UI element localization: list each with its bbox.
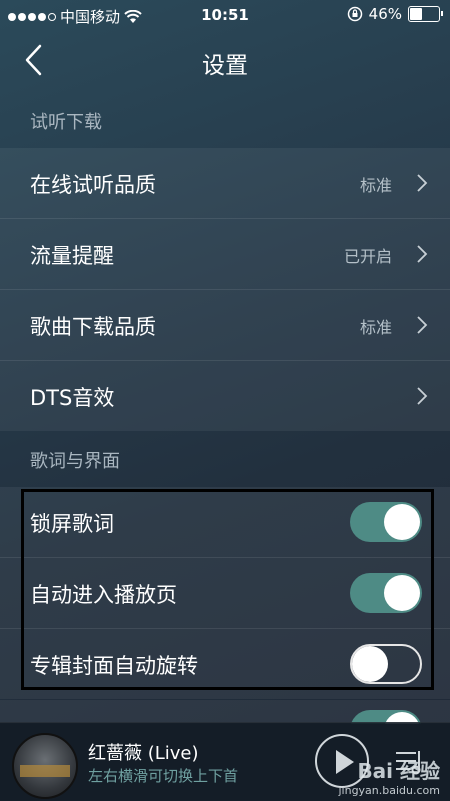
mini-player[interactable]: 红蔷薇 (Live) 左右横滑可切换上下首 Bai 经验 jingyan.bai…	[0, 722, 450, 801]
setting-label: 专辑封面自动旋转	[30, 654, 198, 678]
setting-row-online-quality[interactable]: 在线试听品质 标准	[0, 148, 450, 219]
cover-rotate-toggle[interactable]	[350, 644, 422, 684]
song-title: 红蔷薇 (Live)	[88, 743, 199, 764]
status-right: 46%	[347, 5, 443, 23]
setting-row-auto-player: 自动进入播放页	[0, 558, 450, 629]
watermark: Bai 经验 jingyan.baidu.com	[338, 755, 440, 797]
settings-group-listen-download: 在线试听品质 标准 流量提醒 已开启 歌曲下载品质 标准 DTS音效	[0, 148, 450, 431]
setting-label: DTS音效	[30, 386, 115, 410]
setting-label: 在线试听品质	[30, 173, 156, 197]
rotation-lock-icon	[347, 6, 362, 22]
setting-value: 标准	[359, 176, 392, 195]
page-title: 设置	[202, 53, 248, 79]
auto-player-toggle[interactable]	[350, 573, 422, 613]
section-header-lyrics-ui: 歌词与界面	[30, 451, 120, 472]
chevron-right-icon	[417, 387, 428, 405]
setting-row-dts-effect[interactable]: DTS音效	[0, 361, 450, 431]
setting-label: 歌曲下载品质	[30, 315, 156, 339]
chevron-right-icon	[417, 245, 428, 263]
setting-label: 流量提醒	[30, 244, 114, 268]
album-cover[interactable]	[12, 733, 78, 799]
chevron-right-icon	[417, 174, 428, 192]
setting-label: 自动进入播放页	[30, 583, 177, 607]
setting-row-data-reminder[interactable]: 流量提醒 已开启	[0, 219, 450, 290]
battery-percent: 46%	[368, 5, 402, 23]
nav-bar: 设置	[0, 30, 450, 90]
battery-icon	[408, 6, 443, 22]
setting-label: 锁屏歌词	[30, 512, 114, 536]
status-bar: 中国移动 10:51 46%	[0, 0, 450, 30]
setting-row-partial	[0, 700, 450, 724]
setting-value: 标准	[359, 318, 392, 337]
setting-row-download-quality[interactable]: 歌曲下载品质 标准	[0, 290, 450, 361]
setting-row-lockscreen-lyrics: 锁屏歌词	[0, 487, 450, 558]
lockscreen-lyrics-toggle[interactable]	[350, 502, 422, 542]
watermark-brand: Bai 经验	[357, 759, 440, 783]
chevron-right-icon	[417, 316, 428, 334]
watermark-url: jingyan.baidu.com	[338, 784, 440, 797]
swipe-hint: 左右横滑可切换上下首	[88, 767, 239, 785]
settings-group-lyrics-ui: 锁屏歌词 自动进入播放页 专辑封面自动旋转	[0, 487, 450, 699]
setting-value: 已开启	[343, 247, 392, 266]
section-header-listen-download: 试听下载	[30, 112, 102, 133]
setting-row-cover-rotate: 专辑封面自动旋转	[0, 629, 450, 699]
